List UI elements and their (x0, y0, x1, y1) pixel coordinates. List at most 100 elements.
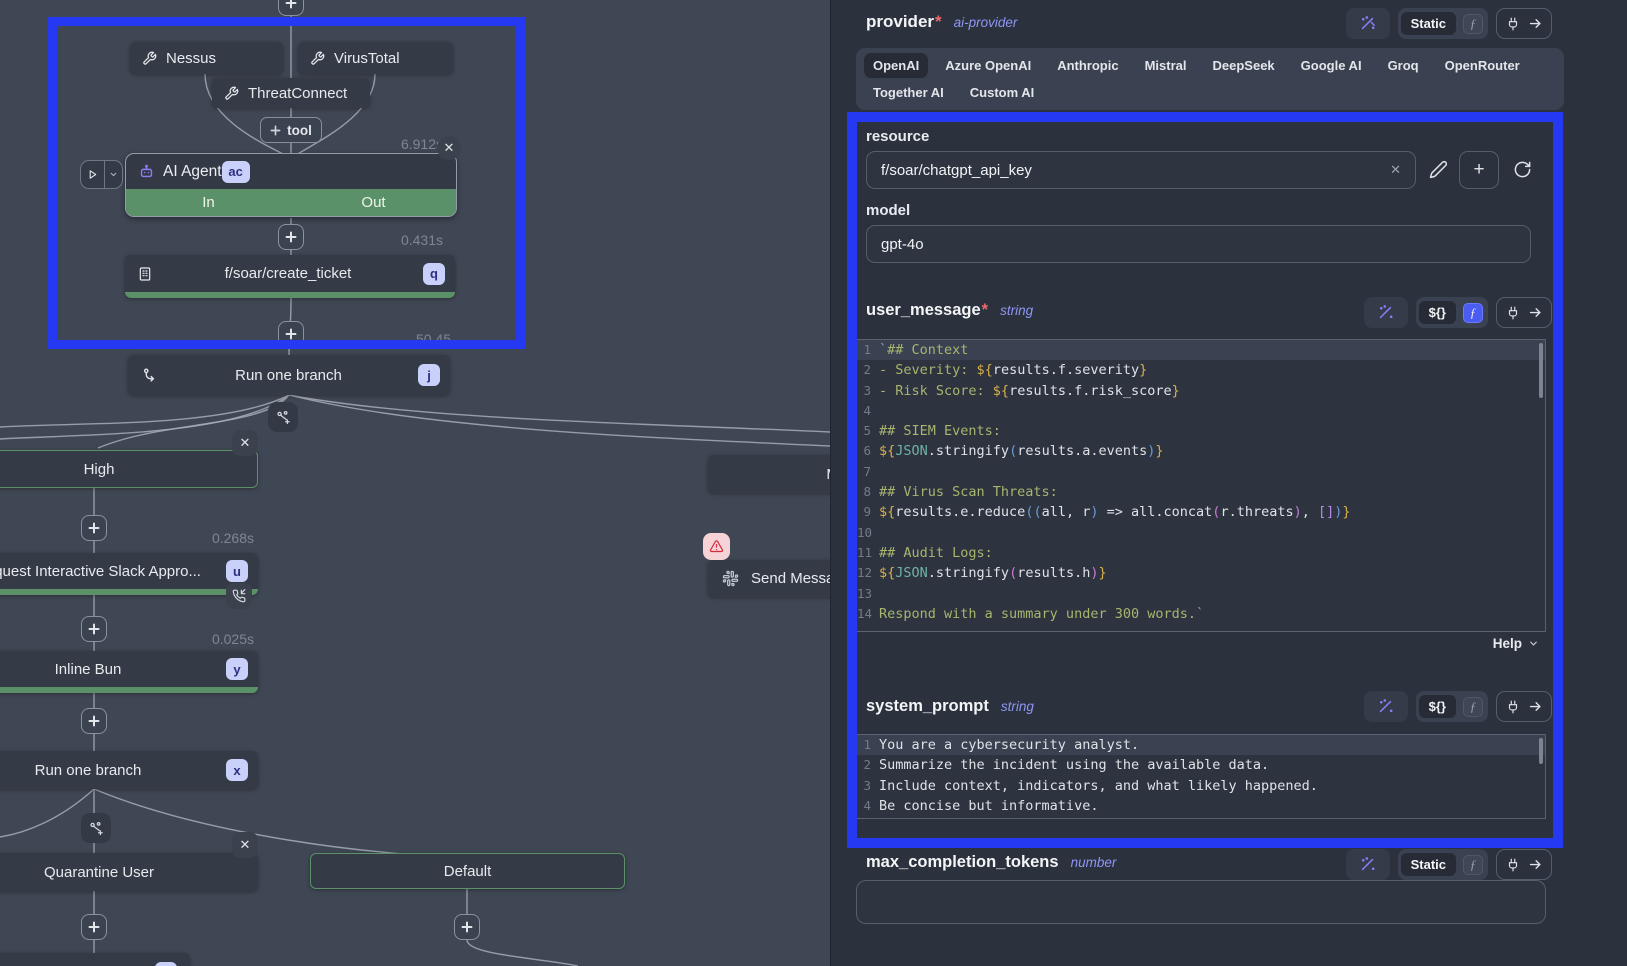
phone-incoming-icon[interactable] (226, 583, 252, 609)
play-icon[interactable] (81, 161, 105, 188)
create-resource-button[interactable]: + (1459, 151, 1499, 189)
chevron-down-icon[interactable] (105, 170, 122, 179)
ai-autofill-button[interactable] (1364, 691, 1408, 722)
code-line[interactable]: 5## SIEM Events: (857, 421, 1545, 441)
mode-expression[interactable]: ${} (1419, 695, 1456, 718)
mode-static[interactable]: Static (1401, 12, 1456, 35)
ai-agent-ports[interactable]: In Out (126, 189, 456, 216)
port-in[interactable]: In (126, 194, 291, 211)
workflow-canvas[interactable]: Nessus VirusTotal ThreatConnect tool 6.9… (0, 0, 830, 966)
connection-buttons[interactable] (1496, 297, 1552, 328)
node-branch-medium[interactable]: Medium (708, 455, 830, 493)
code-line[interactable]: 2- Severity: ${results.f.severity} (857, 360, 1545, 380)
system-prompt-editor[interactable]: 1You are a cybersecurity analyst.2Summar… (856, 734, 1546, 819)
input-mode-toggle[interactable]: ${} ƒ (1416, 297, 1488, 328)
help-label[interactable]: Help (1493, 636, 1522, 651)
run-node-button[interactable] (80, 160, 123, 189)
ai-autofill-button[interactable] (1364, 297, 1408, 328)
port-out[interactable]: Out (291, 194, 456, 211)
input-mode-toggle[interactable]: Static ƒ (1398, 8, 1488, 39)
code-line[interactable]: 7 (857, 462, 1545, 482)
close-icon[interactable]: ✕ (437, 136, 461, 160)
code-line[interactable]: 12${JSON.stringify(results.h)} (857, 563, 1545, 583)
input-mode-toggle[interactable]: ${} ƒ (1416, 691, 1488, 722)
node-branch-default[interactable]: Default (310, 853, 625, 889)
add-node-connector[interactable] (81, 515, 107, 541)
function-mode-icon[interactable]: ƒ (1463, 14, 1483, 34)
mode-expression[interactable]: ${} (1419, 301, 1456, 324)
add-node-connector[interactable] (278, 0, 304, 16)
plug-icon[interactable] (1506, 17, 1520, 31)
error-badge[interactable] (703, 533, 730, 560)
refresh-resources-button[interactable] (1513, 160, 1532, 179)
plug-icon[interactable] (1506, 306, 1520, 320)
code-line[interactable]: 3Include context, indicators, and what l… (857, 776, 1545, 796)
provider-tabs[interactable]: OpenAI Azure OpenAI Anthropic Mistral DeepSe… (856, 48, 1564, 110)
node-nessus[interactable]: Nessus (130, 42, 283, 74)
node-ai-agent[interactable]: AI Agent ac In Out (125, 153, 457, 217)
clear-icon[interactable]: ✕ (1390, 162, 1401, 178)
provider-tab-together-ai[interactable]: Together AI (864, 80, 953, 105)
provider-tab-mistral[interactable]: Mistral (1136, 53, 1196, 78)
provider-tab-deepseek[interactable]: DeepSeek (1204, 53, 1284, 78)
edit-resource-button[interactable] (1429, 160, 1448, 179)
add-node-connector[interactable] (81, 616, 107, 642)
mode-static[interactable]: Static (1401, 853, 1456, 876)
add-node-connector[interactable] (454, 914, 480, 940)
code-line[interactable]: 4 (857, 401, 1545, 421)
code-line[interactable]: 3- Risk Score: ${results.f.risk_score} (857, 381, 1545, 401)
node-run-one-branch-1[interactable]: Run one branch j (128, 355, 450, 395)
node-partial-bottom[interactable] (0, 953, 190, 966)
provider-tab-google-ai[interactable]: Google AI (1292, 53, 1371, 78)
resource-input[interactable]: f/soar/chatgpt_api_key ✕ (866, 151, 1416, 189)
add-branch-icon[interactable] (81, 813, 111, 843)
ai-autofill-button[interactable] (1346, 849, 1390, 880)
help-dropdown[interactable]: Help (1493, 636, 1539, 651)
add-node-connector[interactable] (81, 708, 107, 734)
node-branch-high[interactable]: High (0, 450, 258, 488)
node-create-ticket[interactable]: f/soar/create_ticket q (125, 255, 455, 298)
code-line[interactable]: 1`## Context (857, 340, 1545, 360)
arrow-right-icon[interactable] (1528, 305, 1543, 320)
editor-scrollbar[interactable] (1539, 343, 1543, 398)
code-line[interactable]: 11## Audit Logs: (857, 543, 1545, 563)
code-line[interactable]: 10 (857, 523, 1545, 543)
code-line[interactable]: 1You are a cybersecurity analyst. (857, 735, 1545, 755)
add-node-connector[interactable] (278, 321, 304, 347)
node-threatconnect[interactable]: ThreatConnect (212, 78, 370, 108)
node-quarantine-user[interactable]: Quarantine User (0, 853, 258, 891)
add-node-connector[interactable] (278, 224, 304, 250)
connection-buttons[interactable] (1496, 849, 1552, 880)
arrow-right-icon[interactable] (1528, 699, 1543, 714)
provider-tab-anthropic[interactable]: Anthropic (1048, 53, 1127, 78)
connection-buttons[interactable] (1496, 8, 1552, 39)
input-mode-toggle[interactable]: Static ƒ (1398, 849, 1488, 880)
user-message-editor[interactable]: 1`## Context2- Severity: ${results.f.sev… (856, 339, 1546, 632)
function-mode-icon[interactable]: ƒ (1463, 303, 1483, 323)
max-tokens-input[interactable] (856, 880, 1546, 924)
plug-icon[interactable] (1506, 858, 1520, 872)
code-line[interactable]: 9${results.e.reduce((all, r) => all.conc… (857, 502, 1545, 522)
node-send-message[interactable]: Send Message (708, 560, 830, 597)
arrow-right-icon[interactable] (1528, 16, 1543, 31)
add-branch-icon[interactable] (268, 402, 298, 432)
code-line[interactable]: 8## Virus Scan Threats: (857, 482, 1545, 502)
provider-tab-groq[interactable]: Groq (1379, 53, 1428, 78)
model-input[interactable]: gpt-4o (866, 225, 1531, 263)
code-line[interactable]: 13 (857, 584, 1545, 604)
plug-icon[interactable] (1506, 700, 1520, 714)
tool-pill[interactable]: tool (260, 117, 322, 143)
provider-tab-custom-ai[interactable]: Custom AI (961, 80, 1044, 105)
arrow-right-icon[interactable] (1528, 857, 1543, 872)
ai-autofill-button[interactable] (1346, 8, 1390, 39)
node-run-one-branch-2[interactable]: Run one branch x (0, 751, 258, 789)
add-node-connector[interactable] (81, 914, 107, 940)
node-inline-bun[interactable]: Inline Bun y (0, 651, 258, 693)
node-slack-approval[interactable]: Request Interactive Slack Appro... u (0, 553, 258, 595)
close-icon[interactable]: ✕ (232, 832, 258, 858)
code-line[interactable]: 4Be concise but informative. (857, 796, 1545, 816)
provider-tab-openai[interactable]: OpenAI (864, 53, 928, 78)
function-mode-icon[interactable]: ƒ (1463, 855, 1483, 875)
close-icon[interactable]: ✕ (232, 430, 258, 456)
provider-tab-azure-openai[interactable]: Azure OpenAI (936, 53, 1040, 78)
